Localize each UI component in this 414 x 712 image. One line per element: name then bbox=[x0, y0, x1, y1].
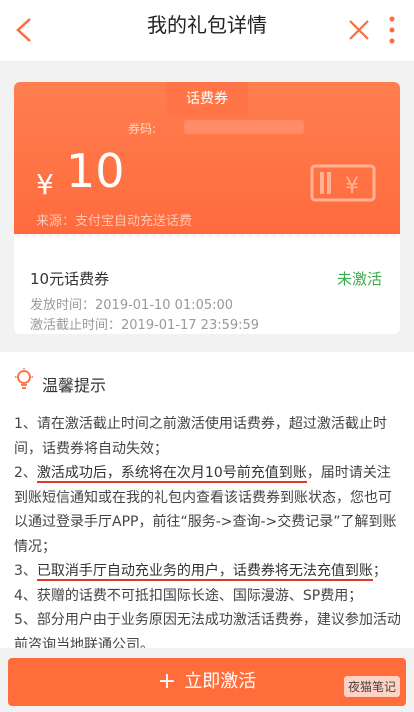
currency-symbol: ¥ bbox=[36, 168, 54, 201]
tips-list: 1、请在激活截止时间之前激活使用话费券，超过激活截止时间，话费券将自动失效； 2… bbox=[14, 412, 404, 657]
voucher-type-tab: 话费券 bbox=[166, 82, 248, 118]
activate-label: 立即激活 bbox=[184, 671, 257, 692]
svg-text:¥: ¥ bbox=[345, 174, 359, 199]
plus-icon: + bbox=[157, 669, 177, 694]
issue-time: 发放时间：2019-01-10 01:05:00 bbox=[30, 298, 234, 313]
tips-title: 温馨提示 bbox=[42, 376, 107, 395]
tips-section: 温馨提示 1、请在激活截止时间之前激活使用话费券，超过激活截止时间，话费券将自动… bbox=[0, 352, 414, 653]
activation-deadline: 激活截止时间：2019-01-17 23:59:59 bbox=[30, 318, 260, 333]
voucher-amount: 10 bbox=[66, 144, 125, 198]
tip-highlight-underlined: 激活成功后，系统将在次月10号前充值到账 bbox=[36, 465, 307, 483]
footer-bar: + 立即激活 夜猫笔记 bbox=[0, 648, 414, 712]
tip-item-1: 1、请在激活截止时间之前激活使用话费券，超过激活截止时间，话费券将自动失效； bbox=[14, 416, 387, 457]
voucher-info-card: 10元话费券 未激活 发放时间：2019-01-10 01:05:00 激活截止… bbox=[14, 234, 400, 334]
voucher-ticket: 话费券 券码: ¥ 10 ¥ 来源：支付宝自动充送话费 bbox=[14, 82, 400, 234]
more-vertical-icon[interactable] bbox=[385, 14, 399, 46]
tip-item-3: 3、已取消手厅自动充业务的用户，话费券将无法充值到账； bbox=[14, 559, 404, 584]
close-icon[interactable] bbox=[348, 19, 370, 41]
top-bar: 我的礼包详情 bbox=[0, 0, 414, 62]
tip-item-2: 2、激活成功后，系统将在次月10号前充值到账，届时请关注到账短信通知或在我的礼包… bbox=[14, 461, 404, 559]
tip-item-4: 4、获赠的话费不可抵扣国际长途、国际漫游、SP费用； bbox=[14, 587, 363, 604]
tip-number: 3、 bbox=[14, 563, 37, 579]
voucher-source: 来源：支付宝自动充送话费 bbox=[36, 214, 193, 229]
ticket-yen-icon: ¥ bbox=[310, 164, 376, 202]
tip-number: 2、 bbox=[14, 465, 37, 481]
voucher-code-label: 券码: bbox=[128, 122, 157, 136]
lightbulb-icon bbox=[15, 368, 33, 389]
status-badge: 未激活 bbox=[336, 270, 382, 288]
voucher-name: 10元话费券 bbox=[30, 270, 110, 288]
tip-text: ； bbox=[372, 563, 387, 579]
tip-highlight-underlined: 已取消手厅自动充业务的用户，话费券将无法充值到账 bbox=[36, 563, 373, 581]
voucher-code-masked bbox=[184, 120, 304, 134]
watermark: 夜猫笔记 bbox=[343, 676, 400, 697]
